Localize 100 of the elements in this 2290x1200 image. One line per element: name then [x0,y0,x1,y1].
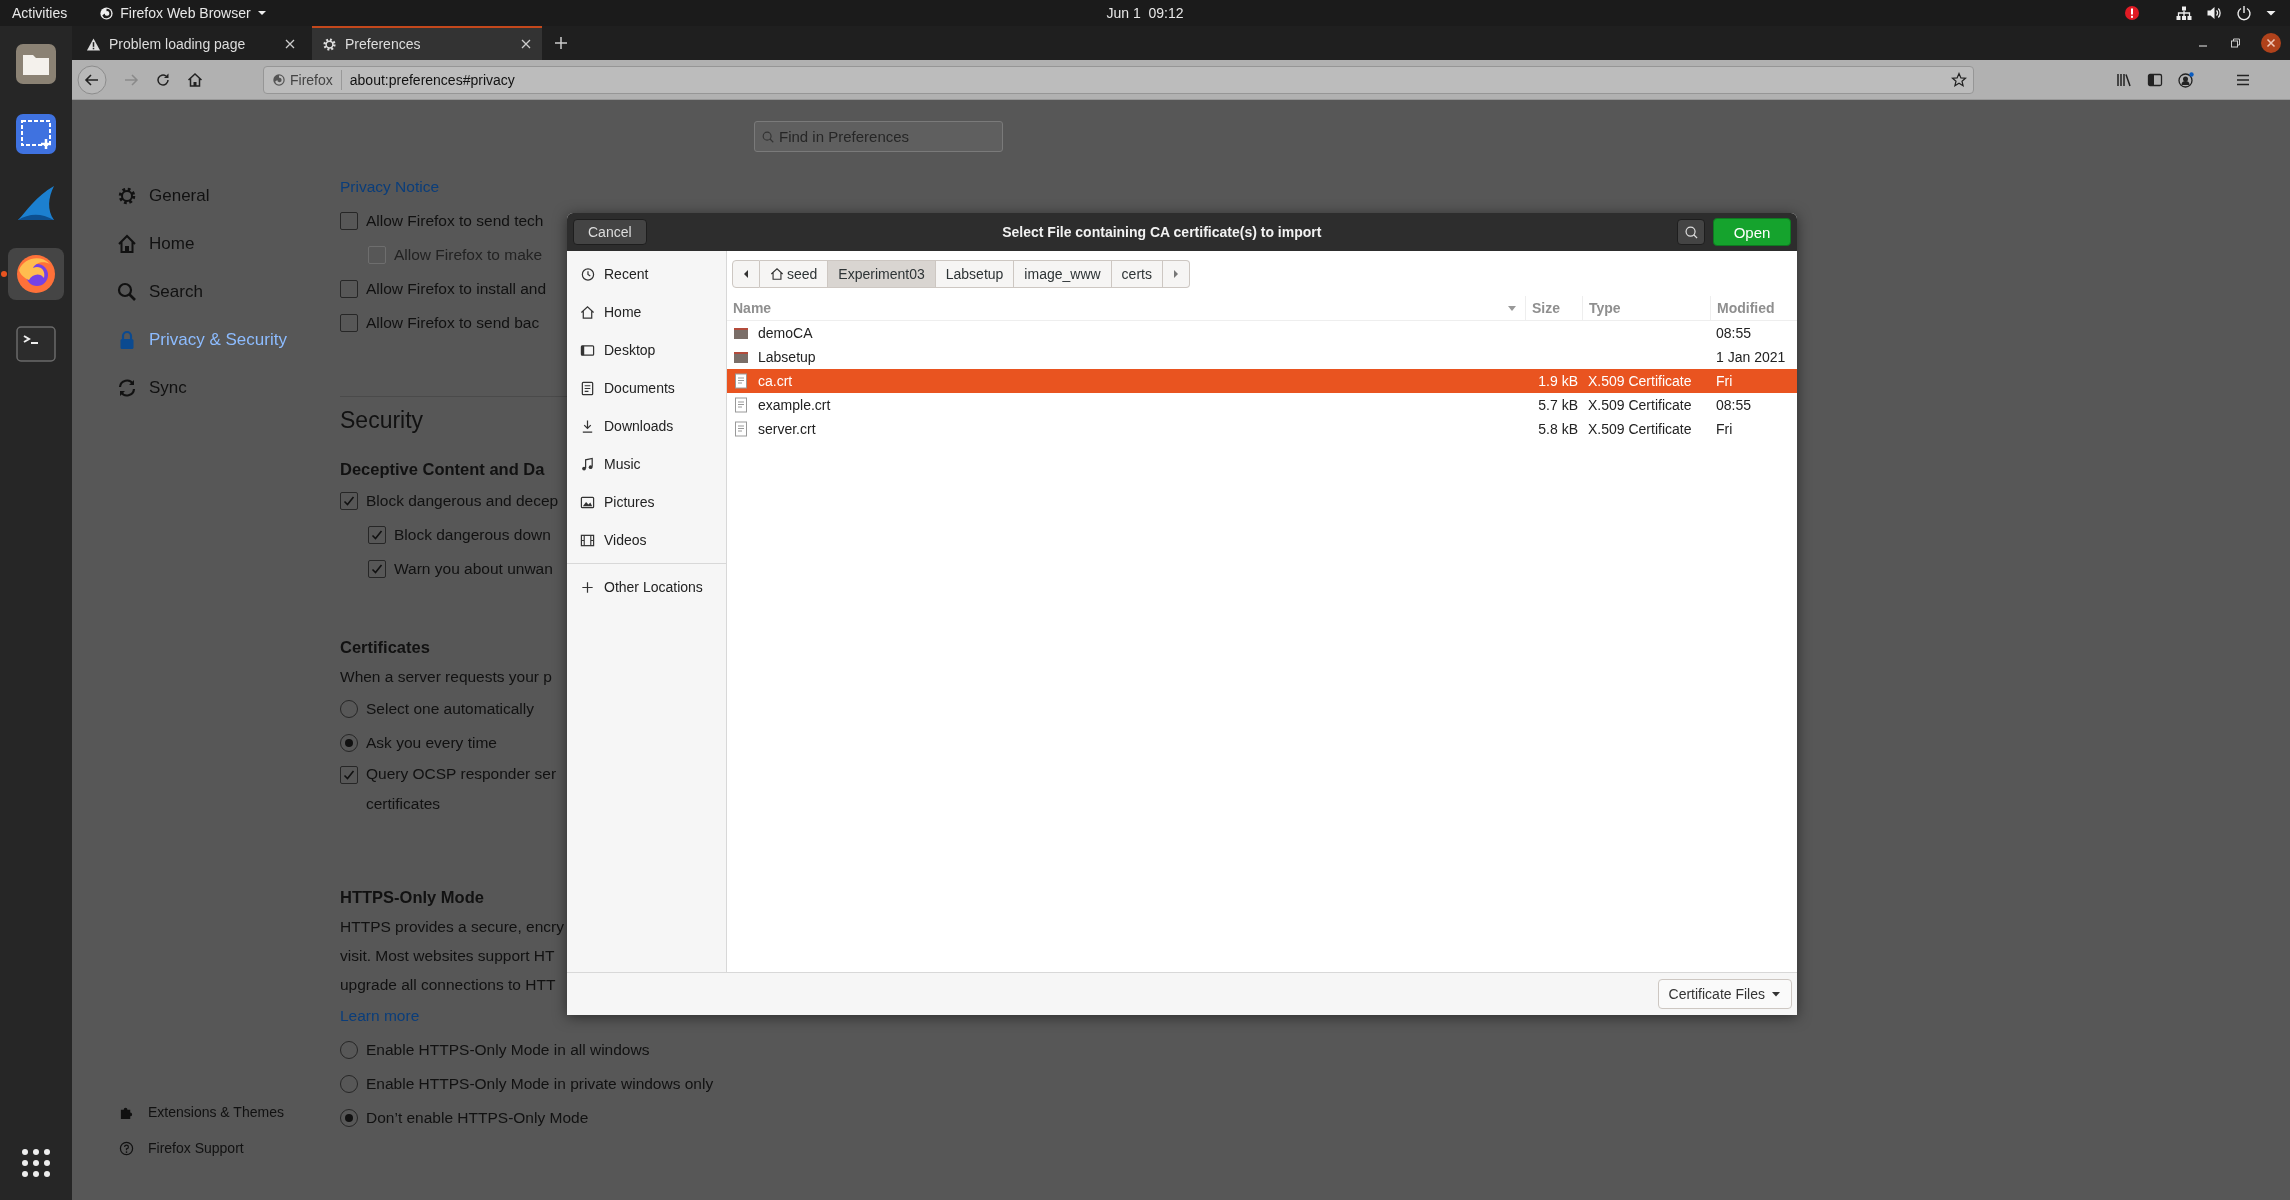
caret-icon [1771,989,1781,999]
activities-button[interactable]: Activities [12,5,68,21]
place-item[interactable]: Pictures [567,483,726,521]
checkbox[interactable] [340,212,358,230]
alert-icon[interactable] [2124,5,2140,21]
description-text: When a server requests your p [340,667,552,687]
folder-icon [733,325,749,341]
group-heading: Deceptive Content and Da [340,459,545,480]
checkbox[interactable] [340,314,358,332]
file-type: X.509 Certificate [1588,373,1692,389]
cancel-button[interactable]: Cancel [573,219,647,245]
modified-date: 08:55 [1716,325,1752,341]
file-name: server.crt [758,421,816,437]
checkbox-label: Allow Firefox to install and [366,280,547,298]
screenshot-icon [14,112,58,156]
place-item[interactable]: Videos [567,521,726,559]
place-item[interactable]: Home [567,293,726,331]
search-field[interactable]: Find in Preferences [754,121,1003,152]
caret-icon[interactable] [2266,8,2276,18]
close-icon[interactable] [284,38,296,50]
plus-icon [580,579,595,595]
modified-date: 1 Jan 2021 [1716,349,1786,365]
library-icon[interactable] [2116,71,2132,88]
checkbox[interactable] [340,280,358,298]
checkbox[interactable] [368,560,386,578]
place-item[interactable]: Music [567,445,726,483]
dock-app-button[interactable] [8,248,64,300]
checkbox[interactable] [340,766,358,784]
music-note-icon [580,456,595,472]
account-icon[interactable] [2178,71,2194,88]
file-size: 5.7 kB [1538,397,1578,413]
lock-icon [117,330,137,350]
address-bar[interactable]: Firefox about:preferences#privacy [263,65,1974,94]
radio-label: Ask you every time [366,734,497,752]
close-icon[interactable] [2261,33,2281,53]
folder-icon [14,42,58,86]
file-row[interactable]: demoCA 08:55 [727,321,1797,345]
volume-icon[interactable] [2206,5,2222,21]
settings-icon [117,186,137,206]
radio-label: Enable HTTPS-Only Mode in private windows only [366,1075,714,1093]
sort-arrow-icon [1507,303,1517,313]
checkbox-label: Query OCSP responder ser certificates [366,764,557,814]
place-item[interactable]: Desktop [567,331,726,369]
file-row[interactable]: Labsetup 1 Jan 2021 [727,345,1797,369]
warning-icon [86,36,101,52]
close-icon[interactable] [520,38,532,50]
category-item[interactable]: Privacy & Security [117,316,340,364]
browser-tab[interactable]: Preferences [312,26,542,60]
new-tab-icon[interactable] [554,36,568,50]
app-menu[interactable]: Firefox Web Browser [99,5,267,21]
sidebar-icon[interactable] [2147,71,2163,88]
file-icon [733,373,749,389]
file-type-dropdown[interactable]: Certificate Files [1657,979,1792,1009]
restore-icon[interactable] [2229,37,2241,49]
file-name: Labsetup [758,349,816,365]
document-icon [580,380,595,396]
running-indicator [1,271,7,277]
file-icon [733,421,749,437]
group-heading: HTTPS-Only Mode [340,887,484,908]
star-icon[interactable] [1951,71,1967,88]
reload-icon[interactable] [155,71,171,88]
caret-icon [256,8,267,18]
scroll-left-button[interactable] [732,260,760,288]
checkbox-label: Block dangerous down [394,526,551,544]
power-icon[interactable] [2236,5,2252,21]
network-icon[interactable] [2176,5,2192,21]
file-name: example.crt [758,397,831,413]
browser-tab[interactable]: Problem loading page [76,26,306,60]
home-icon [770,267,784,281]
file-size: 1.9 kB [1538,373,1578,389]
path-button[interactable]: Labsetup [935,260,1015,288]
browser-icon [14,252,58,296]
path-button[interactable]: certs [1111,260,1163,288]
checkbox[interactable] [340,492,358,510]
identity-label[interactable]: Firefox [264,69,342,90]
search-button[interactable] [1677,219,1705,245]
home-icon [580,304,595,320]
home-icon [117,234,137,254]
help-icon [119,1140,134,1156]
description-paragraph: HTTPS provides a secure, encry visit. Most websites support HT upgrade all connections to HTT [340,917,564,995]
path-button[interactable]: image_www [1014,260,1112,288]
path-button[interactable]: Experiment03 [828,260,936,288]
radio-label: Enable HTTPS-Only Mode in all windows [366,1041,650,1059]
url-text: about:preferences#privacy [348,71,516,88]
app-grid-icon[interactable] [21,1148,51,1178]
file-size: 5.8 kB [1538,421,1578,437]
back-button[interactable] [77,64,107,95]
group-heading: Certificates [340,637,430,658]
radio-label: Select one automatically [366,700,534,718]
place-item[interactable]: Recent [567,255,726,293]
clock[interactable]: Jun 1 09:12 [1106,5,1184,21]
dialog-title: Select File containing CA certificate(s) to import [1001,224,1323,240]
desktop-icon [580,342,595,358]
place-item[interactable]: Other Locations [567,568,726,606]
checkbox-label: Block dangerous and decep [366,492,559,510]
checkbox[interactable] [368,526,386,544]
path-button[interactable]: seed [760,260,829,288]
file-row[interactable]: ca.crt 1.9 kB X.509 Certificate Fri [727,369,1797,393]
home-icon[interactable] [187,71,203,88]
modified-date: Fri [1716,421,1733,437]
